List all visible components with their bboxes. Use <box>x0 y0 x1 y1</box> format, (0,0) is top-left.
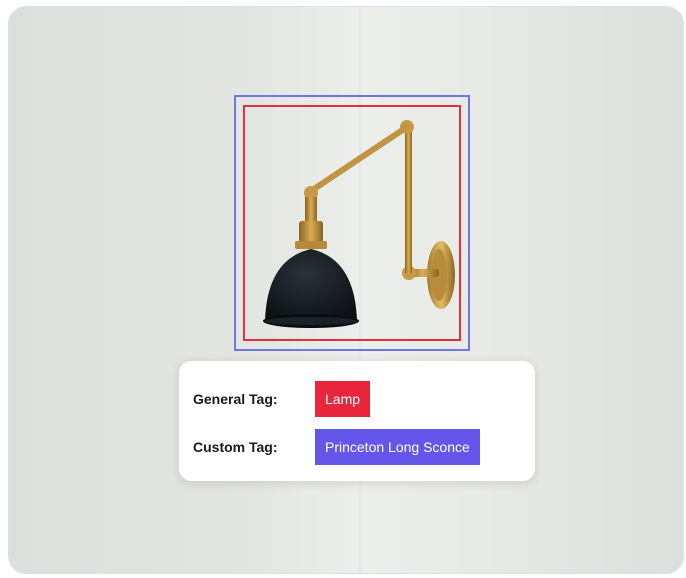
custom-tag-label: Custom Tag: <box>193 439 278 455</box>
general-tag-row: General Tag: Lamp <box>193 381 371 417</box>
image-frame: General Tag: Lamp Custom Tag: Princeton … <box>8 6 684 574</box>
custom-tag-chip[interactable]: Princeton Long Sconce <box>315 429 480 465</box>
general-tag-chip[interactable]: Lamp <box>315 381 371 417</box>
tag-card: General Tag: Lamp Custom Tag: Princeton … <box>179 361 535 481</box>
custom-tag-row: Custom Tag: Princeton Long Sconce <box>193 429 480 465</box>
general-tag-label: General Tag: <box>193 391 278 407</box>
wall-sconce-lamp-image <box>263 120 455 328</box>
